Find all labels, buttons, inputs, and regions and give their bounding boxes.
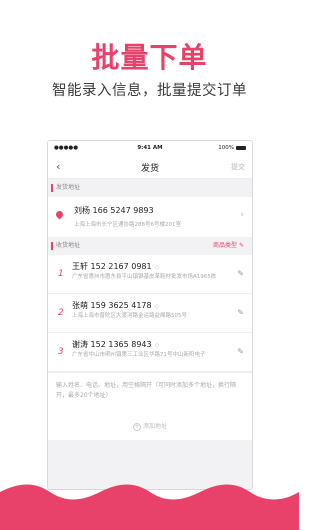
receiver-address: 广东省惠州市惠东县平山镇银基皮革鞋材批发市场A1965栋 [72, 274, 217, 280]
tag-icon: ◇ [154, 303, 160, 310]
accent-bar [51, 242, 53, 250]
sender-address: 上海上海市长宁区通协路288号6号楼201室 [74, 222, 181, 228]
sender-name-phone: 刘杨 166 5247 9893 [74, 206, 154, 215]
receiver-section-header: 收货地址 商品类型 ✎ [48, 237, 252, 255]
chevron-right-icon: › [240, 210, 244, 220]
receiver-index: 1 [58, 269, 64, 279]
receiver-index: 3 [58, 347, 64, 357]
nav-bar: ‹ 发货 提交 [48, 155, 252, 179]
sender-section-title: 发货地址 [56, 184, 81, 191]
submit-button[interactable]: 提交 [231, 162, 245, 172]
status-bar: ●●●●● 9:41 AM 100% [48, 141, 252, 155]
receiver-address: 广东省中山市明州镇第三工业区华路71号中山新阳电子 [72, 352, 206, 358]
receiver-name-phone: 王轩 152 2167 0981 ◇ [72, 261, 159, 272]
receiver-name-phone-text: 王轩 152 2167 0981 [72, 262, 152, 271]
list-item[interactable]: 1 王轩 152 2167 0981 ◇ 广东省惠州市惠东县平山镇银基皮革鞋材批发… [48, 255, 252, 294]
battery-icon [236, 145, 246, 150]
product-type-button[interactable]: 商品类型 ✎ [213, 241, 244, 251]
receiver-index: 2 [58, 308, 64, 318]
battery-indicator: 100% [218, 145, 246, 151]
receiver-address: 上海上海市普陀区大渡河路金运路益阁路505号 [72, 313, 187, 319]
receiver-name-phone-text: 谢涛 152 1365 8943 [72, 340, 152, 349]
promo-subtitle: 智能录入信息，批量提交订单 [52, 83, 247, 99]
product-type-label: 商品类型 [213, 242, 238, 249]
edit-icon[interactable]: ✎ [237, 308, 244, 317]
location-pin-icon [54, 209, 65, 220]
add-address-button[interactable]: + 添加地址 [48, 421, 252, 431]
address-input-area[interactable]: 输入姓名、电话、地址，用空格隔开（可同时添加多个地址，换行隔开，最多20个地址）… [48, 372, 252, 440]
promo-title: 批量下单 [91, 41, 208, 74]
plus-icon: + [132, 422, 141, 431]
sender-section-header: 发货地址 [48, 179, 252, 197]
receiver-section-title: 收货地址 [56, 242, 81, 249]
battery-label: 100% [218, 145, 234, 151]
edit-icon[interactable]: ✎ [237, 347, 244, 356]
receiver-list: 1 王轩 152 2167 0981 ◇ 广东省惠州市惠东县平山镇银基皮革鞋材批发… [48, 255, 252, 372]
receiver-name-phone: 谢涛 152 1365 8943 ◇ [72, 339, 159, 350]
receiver-name-phone: 张萌 159 3625 4178 ◇ [72, 300, 159, 311]
tag-icon: ◇ [154, 342, 160, 349]
tag-icon: ◇ [154, 264, 160, 271]
receiver-name-phone-text: 张萌 159 3625 4178 [72, 301, 152, 310]
list-item[interactable]: 2 张萌 159 3625 4178 ◇ 上海上海市普陀区大渡河路金运路益阁路50… [48, 294, 252, 333]
list-item[interactable]: 3 谢涛 152 1365 8943 ◇ 广东省中山市明州镇第三工业区华路71号中… [48, 333, 252, 372]
accent-bar [51, 184, 53, 192]
wave-shape [0, 484, 299, 530]
edit-icon[interactable]: ✎ [237, 269, 244, 278]
pin-icon: ✎ [238, 242, 244, 249]
sender-address-card[interactable]: 刘杨 166 5247 9893 上海上海市长宁区通协路288号6号楼201室 … [48, 197, 252, 237]
phone-mockup: ●●●●● 9:41 AM 100% ‹ 发货 提交 发货地址 刘杨 166 5… [47, 140, 253, 490]
address-input-hint: 输入姓名、电话、地址，用空格隔开（可同时添加多个地址，换行隔开，最多20个地址） [56, 382, 237, 399]
decorative-wave [0, 484, 299, 530]
add-address-label: 添加地址 [142, 423, 167, 430]
page-title: 发货 [140, 164, 159, 174]
